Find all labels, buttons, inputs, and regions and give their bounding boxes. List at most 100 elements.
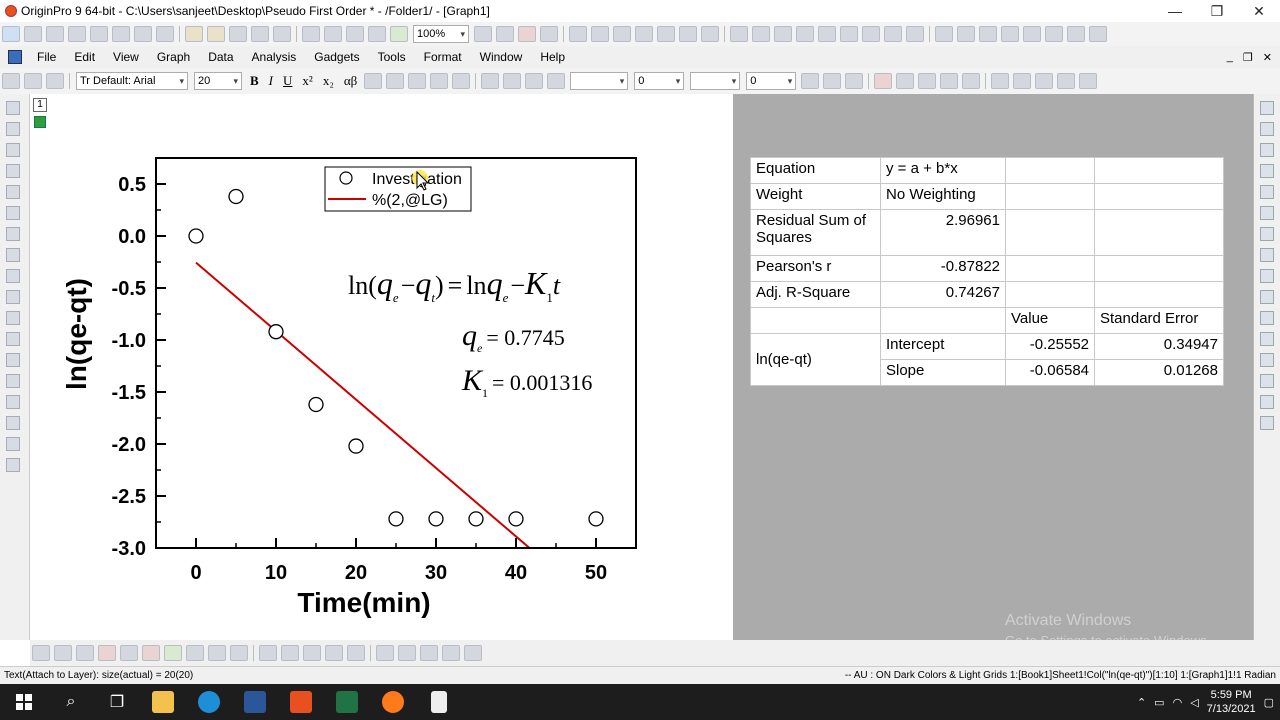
mdi-close-button[interactable]: ✕ [1263,51,1272,64]
bold-button[interactable]: B [245,73,264,89]
refresh-icon[interactable] [518,26,536,42]
data-reader-icon[interactable] [6,206,20,220]
import-multiple-icon[interactable] [324,26,342,42]
3d-ribbon-icon[interactable] [347,645,365,661]
add-date-time-icon[interactable] [1260,332,1274,346]
menu-analysis[interactable]: Analysis [243,50,306,64]
data-point[interactable] [428,511,444,527]
merge-icon[interactable] [874,73,893,89]
sum-icon[interactable] [752,26,770,42]
command-window-icon[interactable] [591,26,609,42]
menu-view[interactable]: View [104,50,148,64]
multi-curve-icon[interactable] [120,645,138,661]
duplicate-icon[interactable] [540,26,558,42]
cut-icon[interactable] [2,73,20,89]
volume-icon[interactable]: ◁ [1190,696,1198,709]
font-select[interactable]: Tr Default: Arial [76,72,188,90]
swap-layers-icon[interactable] [940,73,959,89]
front-icon[interactable] [420,645,438,661]
pointer-icon[interactable] [6,101,20,115]
table-icon[interactable] [845,73,864,89]
rescale-icon[interactable] [1260,374,1274,388]
menu-tools[interactable]: Tools [369,50,415,64]
group-objects-icon[interactable] [376,645,394,661]
data-point[interactable] [588,511,604,527]
new-project-icon[interactable] [2,26,20,42]
new-matrix-icon[interactable] [90,26,108,42]
data-point[interactable] [468,511,484,527]
save-project-icon[interactable] [251,26,269,42]
pattern-icon[interactable] [503,73,522,89]
line-style-select[interactable] [570,72,629,90]
menu-graph[interactable]: Graph [148,50,199,64]
fit-page-icon[interactable] [1260,395,1274,409]
open-template-icon[interactable] [207,26,225,42]
line-width-select[interactable]: 0 [634,72,685,90]
add-xy-layer-icon[interactable] [1260,206,1274,220]
arrow-tool-icon[interactable] [6,311,20,325]
y-axis-title[interactable]: ln(qe-qt) [61,278,92,390]
fit-line[interactable] [195,261,596,605]
brightness-icon[interactable] [547,73,566,89]
extract-layers-icon[interactable] [1260,248,1274,262]
font-color-icon[interactable] [452,73,471,89]
menu-help[interactable]: Help [531,50,574,64]
copy-page-icon[interactable] [496,26,514,42]
set-group-icon[interactable] [1067,26,1085,42]
menu-format[interactable]: Format [415,50,471,64]
3d-wireframe-icon[interactable] [325,645,343,661]
line-tool-icon[interactable] [6,332,20,346]
text-tool-icon[interactable] [6,290,20,304]
menu-gadgets[interactable]: Gadgets [305,50,368,64]
word-icon[interactable] [232,684,278,720]
search-icon[interactable]: ⌕ [48,684,94,720]
data-point[interactable] [268,324,284,340]
results-log-icon[interactable] [635,26,653,42]
region-icon[interactable] [6,269,20,283]
notepad-icon[interactable] [416,684,462,720]
pan-icon[interactable] [6,395,20,409]
statistics-icon[interactable] [774,26,792,42]
object-front-icon[interactable] [991,73,1010,89]
border-width-select[interactable]: 0 [746,72,797,90]
start-button[interactable] [0,684,48,720]
x-axis-title[interactable]: Time(min) [297,587,430,618]
draw-data-icon[interactable] [6,248,20,262]
font-size-select[interactable]: 20 [194,72,242,90]
plot-setup-icon[interactable] [862,26,880,42]
fill-color-icon[interactable] [481,73,500,89]
message-log-icon[interactable] [679,26,697,42]
new-layer-icon[interactable] [1260,101,1274,115]
new-function-icon[interactable] [112,26,130,42]
unmerge-icon[interactable] [896,73,915,89]
group-icon[interactable] [1035,73,1054,89]
add-legend-icon[interactable] [1260,290,1274,304]
subscript-button[interactable]: x₂ [318,73,339,89]
mask-icon[interactable] [6,227,20,241]
merge-graphs-icon[interactable] [1260,227,1274,241]
zoom-select[interactable]: 100% [413,25,469,43]
data-point[interactable] [308,396,324,413]
ellipse-tool-icon[interactable] [6,374,20,388]
project-explorer-icon[interactable] [613,26,631,42]
task-view-icon[interactable]: ❐ [94,684,140,720]
3d-surface-icon[interactable] [259,645,277,661]
import-wizard-icon[interactable] [346,26,364,42]
code-builder-icon[interactable] [657,26,675,42]
menu-edit[interactable]: Edit [65,50,104,64]
add-table-icon[interactable] [1260,353,1274,367]
align-left-icon[interactable] [408,73,427,89]
increase-font-icon[interactable] [364,73,383,89]
notifications-icon[interactable]: ▢ [1264,696,1274,709]
close-button[interactable]: ✕ [1238,3,1280,20]
set-subject-icon[interactable] [1089,26,1107,42]
import-icon[interactable] [302,26,320,42]
save-template-icon[interactable] [273,26,291,42]
set-label-icon[interactable] [1023,26,1041,42]
set-error-icon[interactable] [1001,26,1019,42]
data-point[interactable] [508,511,524,527]
layer-management-icon[interactable] [962,73,981,89]
menu-file[interactable]: File [28,50,65,64]
k1-annotation[interactable]: K1 = 0.001316 [461,364,592,400]
show-hidden-icons-icon[interactable]: ⌃ [1137,696,1146,709]
